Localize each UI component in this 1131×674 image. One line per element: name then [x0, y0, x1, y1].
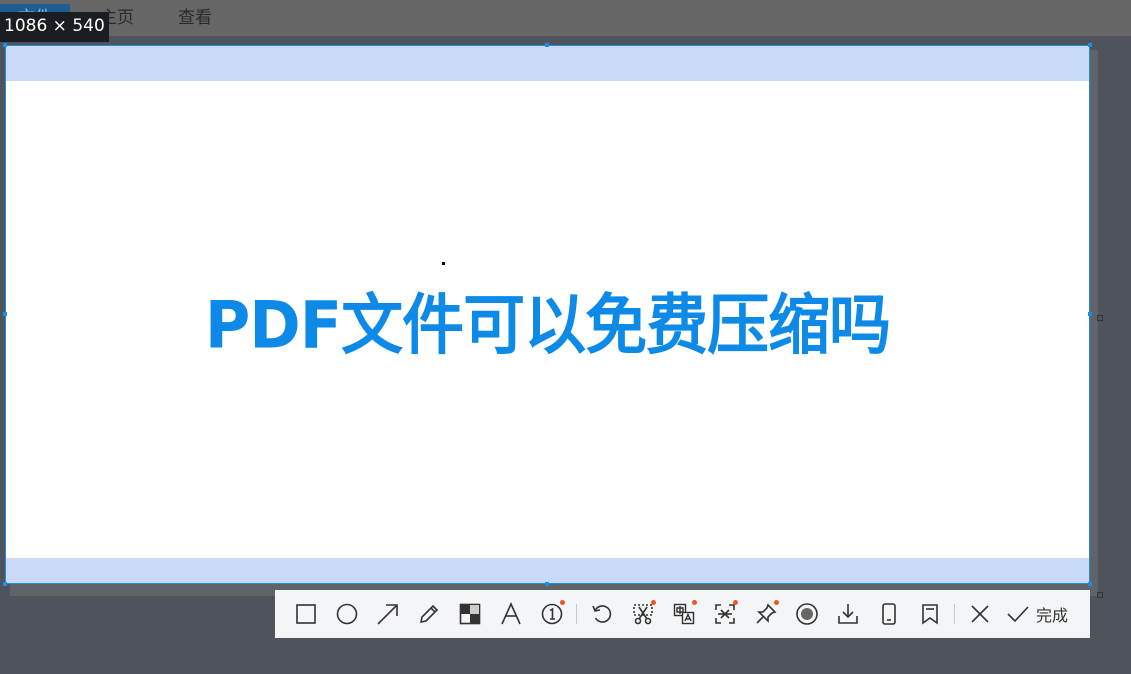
resize-handle-top-left[interactable] — [3, 43, 7, 47]
banner-headline: PDF文件可以免费压缩吗 — [204, 286, 891, 364]
banner-top-band — [6, 46, 1089, 81]
toolbar-separator — [954, 604, 955, 624]
new-feature-badge — [651, 600, 656, 605]
ocr-icon — [714, 604, 735, 624]
tab-view[interactable]: 查看 — [178, 4, 212, 32]
done-button[interactable]: 完成 — [1000, 590, 1074, 638]
undo-tool[interactable] — [581, 590, 622, 638]
rectangle-tool[interactable] — [285, 590, 326, 638]
arrow-icon — [376, 604, 398, 625]
undo-icon — [591, 605, 611, 623]
resize-handle-bottom[interactable] — [545, 582, 549, 586]
text-icon — [500, 602, 521, 625]
phone-tool[interactable] — [868, 590, 909, 638]
scissors-icon — [632, 604, 653, 625]
resize-handle-top[interactable] — [545, 43, 549, 47]
translate-tool[interactable] — [663, 590, 704, 638]
resize-handle-top-right[interactable] — [1088, 43, 1092, 47]
number-tool[interactable] — [531, 590, 572, 638]
new-feature-badge — [692, 600, 697, 605]
new-feature-badge — [560, 600, 565, 605]
capture-region[interactable]: PDF文件可以免费压缩吗 — [5, 45, 1090, 584]
check-icon — [1007, 606, 1029, 623]
number-icon — [541, 603, 562, 625]
close-button[interactable] — [959, 590, 1000, 638]
translate-icon — [673, 603, 694, 625]
close-icon — [970, 605, 989, 623]
ocr-tool[interactable] — [704, 590, 745, 638]
pencil-tool[interactable] — [408, 590, 449, 638]
resize-handle-right[interactable] — [1088, 312, 1092, 316]
phone-icon — [881, 603, 896, 625]
download-icon — [837, 604, 858, 624]
banner-bottom-band — [6, 558, 1089, 583]
toolbar-separator — [576, 604, 577, 624]
record-icon — [795, 603, 818, 625]
resize-handle-bottom-right[interactable] — [1088, 582, 1092, 586]
done-label: 完成 — [1036, 606, 1069, 625]
arrow-tool[interactable] — [367, 590, 408, 638]
cutout-tool[interactable] — [622, 590, 663, 638]
download-tool[interactable] — [827, 590, 868, 638]
bookmark-icon — [921, 604, 938, 625]
text-tool[interactable] — [490, 590, 531, 638]
resize-handle-left[interactable] — [3, 312, 7, 316]
annotation-toolbar: 完成 — [275, 590, 1090, 638]
rectangle-icon — [295, 604, 316, 624]
mosaic-icon — [459, 603, 480, 625]
pencil-icon — [419, 604, 438, 624]
outer-handle-right[interactable] — [1097, 315, 1103, 321]
pin-tool[interactable] — [745, 590, 786, 638]
mosaic-tool[interactable] — [449, 590, 490, 638]
background-menu-bar: 文件 主页 查看 — [0, 0, 1131, 36]
record-tool[interactable] — [786, 590, 827, 638]
resize-handle-bottom-left[interactable] — [3, 582, 7, 586]
bookmark-tool[interactable] — [909, 590, 950, 638]
cursor-crosshair — [442, 262, 445, 265]
new-feature-badge — [774, 600, 779, 605]
circle-icon — [336, 603, 357, 625]
new-feature-badge — [733, 600, 738, 605]
ellipse-tool[interactable] — [326, 590, 367, 638]
selection-size-label: 1086 × 540 — [0, 12, 109, 42]
outer-handle-bottom-right[interactable] — [1097, 592, 1103, 598]
pin-icon — [755, 603, 776, 624]
